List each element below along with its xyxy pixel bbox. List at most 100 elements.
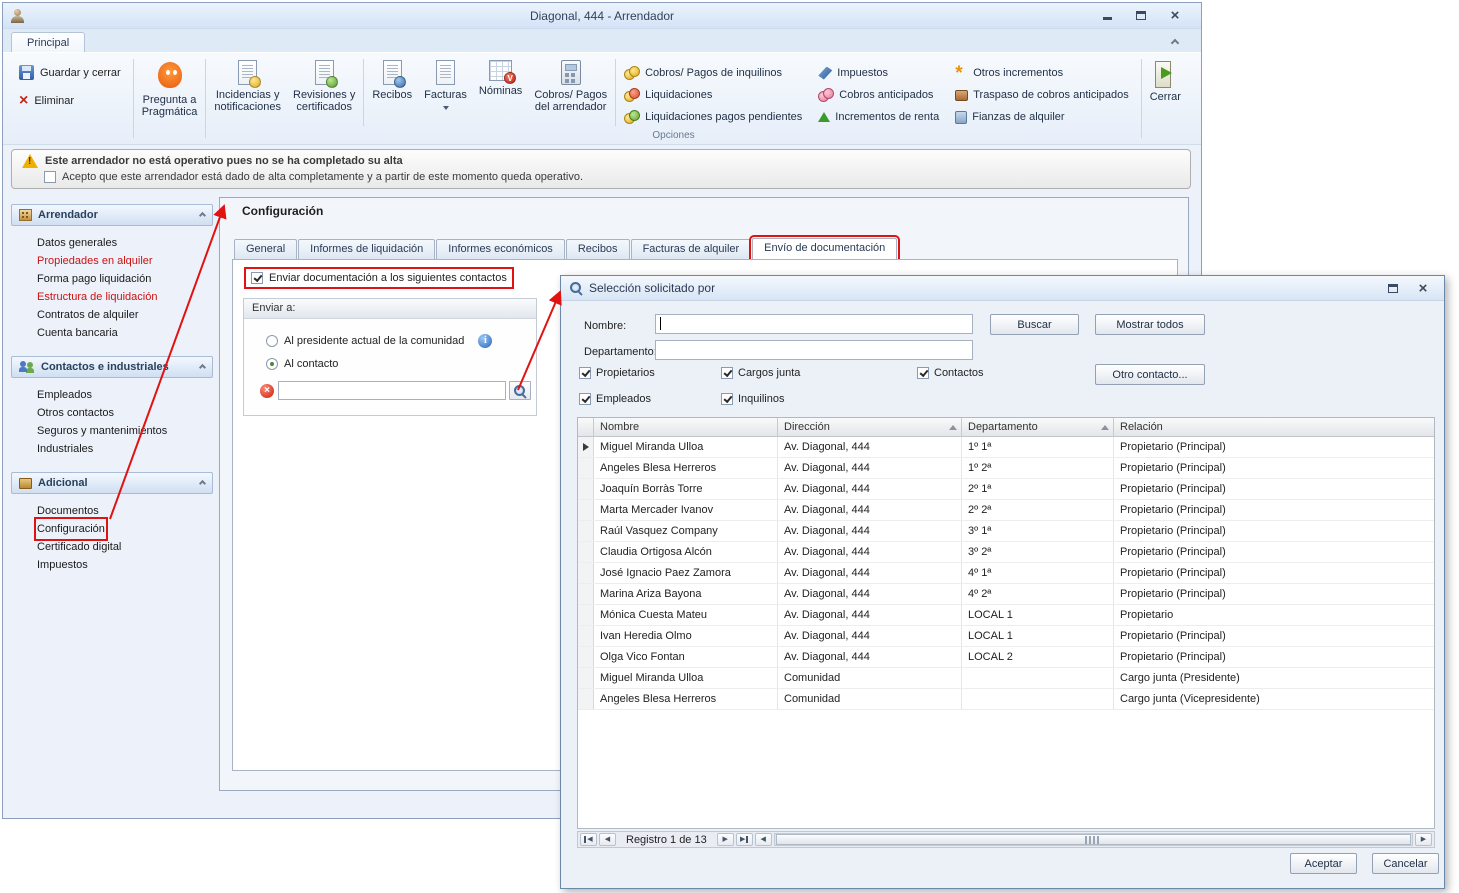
table-row[interactable]: Marina Ariza Bayona Av. Diagonal, 444 4º…	[578, 584, 1434, 605]
sidebar-item-cuenta-bancaria[interactable]: Cuenta bancaria	[37, 324, 213, 342]
sidebar-item-empleados[interactable]: Empleados	[37, 386, 213, 404]
buscar-button[interactable]: Buscar	[990, 314, 1079, 335]
delete-button[interactable]: Eliminar	[13, 92, 127, 110]
first-record-button[interactable]: ◀	[580, 833, 597, 846]
incrementos-renta-item[interactable]: Incrementos de renta	[816, 107, 941, 127]
tab-informes-economicos[interactable]: Informes económicos	[436, 239, 565, 260]
table-row[interactable]: Angeles Blesa Herreros Av. Diagonal, 444…	[578, 458, 1434, 479]
cobros-anticipados-item[interactable]: Cobros anticipados	[816, 85, 941, 105]
tab-recibos[interactable]: Recibos	[566, 239, 630, 260]
pragmatica-button[interactable]: Pregunta a Pragmática	[136, 55, 204, 142]
cobros-pagos-inquilinos-item[interactable]: Cobros/ Pagos de inquilinos	[622, 63, 804, 83]
nombre-input[interactable]	[655, 314, 973, 334]
sidebar-item-forma-pago-liquidacion[interactable]: Forma pago liquidación	[37, 270, 213, 288]
save-close-button[interactable]: Guardar y cerrar	[13, 63, 127, 82]
next-record-button[interactable]: ▶	[717, 833, 734, 846]
filter-cargos-junta[interactable]: Cargos junta	[721, 367, 800, 379]
tab-facturas-de-alquiler[interactable]: Facturas de alquiler	[631, 239, 752, 260]
liquidaciones-pendientes-item[interactable]: Liquidaciones pagos pendientes	[622, 107, 804, 127]
cancelar-button[interactable]: Cancelar	[1372, 853, 1439, 874]
tab-envio-de-documentacion[interactable]: Envío de documentación	[752, 238, 897, 260]
table-row[interactable]: Miguel Miranda Ulloa Comunidad Cargo jun…	[578, 668, 1434, 689]
table-row[interactable]: Raúl Vasquez Company Av. Diagonal, 444 3…	[578, 521, 1434, 542]
cargos-junta-checkbox[interactable]	[721, 367, 733, 379]
last-record-button[interactable]: ▶	[736, 833, 753, 846]
cobros-pagos-arrendador-button[interactable]: Cobros/ Pagos del arrendador	[528, 55, 613, 130]
table-row[interactable]: Joaquín Borràs Torre Av. Diagonal, 444 2…	[578, 479, 1434, 500]
departamento-input[interactable]	[655, 340, 973, 360]
sidebar-section-adicional[interactable]: Adicional	[11, 472, 213, 494]
sidebar-item-datos-generales[interactable]: Datos generales	[37, 234, 213, 252]
liquidaciones-item[interactable]: Liquidaciones	[622, 85, 804, 105]
table-row[interactable]: Ivan Heredia Olmo Av. Diagonal, 444 LOCA…	[578, 626, 1434, 647]
ribbon-tab-principal[interactable]: Principal	[11, 32, 85, 52]
impuestos-item[interactable]: Impuestos	[816, 63, 941, 83]
sidebar-items-adicional: Documentos Configuración Certificado dig…	[11, 494, 213, 588]
sidebar-item-propiedades-en-alquiler[interactable]: Propiedades en alquiler	[37, 252, 213, 270]
table-row[interactable]: Miguel Miranda Ulloa Av. Diagonal, 444 1…	[578, 437, 1434, 458]
column-header-direccion[interactable]: Dirección	[778, 418, 962, 436]
scrollbar-thumb[interactable]	[776, 834, 1411, 845]
presidente-radio[interactable]	[266, 335, 278, 347]
clear-contact-icon[interactable]	[260, 384, 274, 398]
filter-empleados[interactable]: Empleados	[579, 393, 651, 405]
tab-informes-de-liquidacion[interactable]: Informes de liquidación	[298, 239, 435, 260]
sidebar-item-industriales[interactable]: Industriales	[37, 440, 213, 458]
sidebar-item-impuestos[interactable]: Impuestos	[37, 556, 213, 574]
sidebar-item-certificado-digital[interactable]: Certificado digital	[37, 538, 213, 556]
contact-input[interactable]	[278, 381, 506, 400]
column-header-departamento[interactable]: Departamento	[962, 418, 1114, 436]
previous-record-button[interactable]: ◀	[599, 833, 616, 846]
recibos-button[interactable]: Recibos	[366, 55, 418, 130]
dialog-maximize-button[interactable]	[1384, 281, 1402, 296]
traspaso-cobros-item[interactable]: Traspaso de cobros anticipados	[953, 85, 1131, 105]
fianzas-alquiler-item[interactable]: Fianzas de alquiler	[953, 107, 1131, 127]
info-icon[interactable]	[478, 334, 492, 348]
scroll-right-button[interactable]: ▶	[1415, 833, 1432, 846]
column-header-relacion[interactable]: Relación	[1114, 418, 1434, 436]
table-row[interactable]: Angeles Blesa Herreros Comunidad Cargo j…	[578, 689, 1434, 710]
propietarios-checkbox[interactable]	[579, 367, 591, 379]
table-row[interactable]: José Ignacio Paez Zamora Av. Diagonal, 4…	[578, 563, 1434, 584]
contactos-checkbox[interactable]	[917, 367, 929, 379]
table-row[interactable]: Olga Vico Fontan Av. Diagonal, 444 LOCAL…	[578, 647, 1434, 668]
dialog-close-button[interactable]	[1414, 281, 1432, 296]
sidebar-item-seguros-y-mantenimientos[interactable]: Seguros y mantenimientos	[37, 422, 213, 440]
mostrar-todos-button[interactable]: Mostrar todos	[1095, 314, 1205, 335]
close-button[interactable]	[1165, 8, 1185, 23]
filter-contactos[interactable]: Contactos	[917, 367, 984, 379]
accept-operative-checkbox[interactable]	[44, 171, 56, 183]
facturas-button[interactable]: Facturas	[418, 55, 473, 130]
scroll-left-button[interactable]: ◀	[755, 833, 772, 846]
table-row[interactable]: Mónica Cuesta Mateu Av. Diagonal, 444 LO…	[578, 605, 1434, 626]
sidebar-item-documentos[interactable]: Documentos	[37, 502, 213, 520]
ribbon-collapse-button[interactable]	[1169, 36, 1181, 46]
sidebar-section-contactos[interactable]: Contactos e industriales	[11, 356, 213, 378]
aceptar-button[interactable]: Aceptar	[1290, 853, 1357, 874]
otro-contacto-button[interactable]: Otro contacto...	[1095, 364, 1205, 385]
maximize-button[interactable]	[1131, 8, 1151, 23]
minimize-button[interactable]	[1097, 8, 1117, 23]
inquilinos-checkbox[interactable]	[721, 393, 733, 405]
incidencias-button[interactable]: Incidencias y notificaciones	[208, 55, 287, 130]
filter-propietarios[interactable]: Propietarios	[579, 367, 655, 379]
empleados-checkbox[interactable]	[579, 393, 591, 405]
horizontal-scrollbar[interactable]	[774, 833, 1413, 846]
cerrar-button[interactable]: Cerrar	[1144, 55, 1187, 142]
sidebar-item-estructura-de-liquidacion[interactable]: Estructura de liquidación	[37, 288, 213, 306]
sidebar-section-arrendador[interactable]: Arrendador	[11, 204, 213, 226]
table-row[interactable]: Marta Mercader Ivanov Av. Diagonal, 444 …	[578, 500, 1434, 521]
contacto-radio[interactable]	[266, 358, 278, 370]
contact-search-button[interactable]	[509, 381, 531, 400]
table-row[interactable]: Claudia Ortigosa Alcón Av. Diagonal, 444…	[578, 542, 1434, 563]
filter-inquilinos[interactable]: Inquilinos	[721, 393, 784, 405]
nominas-button[interactable]: V Nóminas	[473, 55, 528, 130]
column-header-nombre[interactable]: Nombre	[594, 418, 778, 436]
revisiones-button[interactable]: Revisiones y certificados	[287, 55, 361, 130]
sidebar-item-contratos-de-alquiler[interactable]: Contratos de alquiler	[37, 306, 213, 324]
otros-incrementos-item[interactable]: Otros incrementos	[953, 63, 1131, 83]
sidebar-item-configuracion[interactable]: Configuración	[37, 520, 213, 538]
sidebar-item-otros-contactos[interactable]: Otros contactos	[37, 404, 213, 422]
tab-general[interactable]: General	[234, 239, 297, 260]
send-docs-checkbox[interactable]	[251, 272, 263, 284]
